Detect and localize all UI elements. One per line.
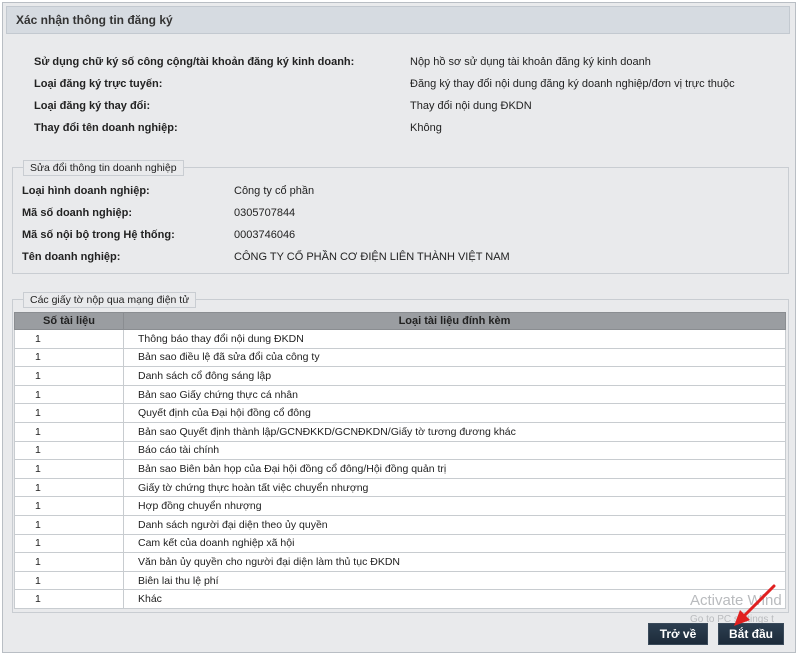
table-row: 1 Quyết định của Đại hội đồng cổ đông [14,403,786,423]
doc-type: Hợp đồng chuyển nhượng [123,496,786,516]
doc-qty: 1 [14,366,124,386]
doc-type: Bản sao điều lệ đã sửa đổi của công ty [123,347,786,368]
doc-qty: 1 [14,533,124,554]
summary-label: Thay đổi tên doanh nghiệp: [34,122,178,134]
table-row: 1 Hợp đồng chuyển nhượng [14,496,786,516]
company-label: Tên doanh nghiệp: [22,251,121,263]
back-button[interactable]: Trở về [648,623,708,645]
table-row: 1 Báo cáo tài chính [14,440,786,461]
summary-label: Sử dụng chữ ký số công cộng/tài khoản đă… [34,56,355,68]
summary-value: Thay đổi nội dung ĐKDN [410,100,532,112]
doc-type: Bản sao Giấy chứng thực cá nhân [123,384,786,405]
column-header-type: Loại tài liệu đính kèm [123,312,786,330]
table-row: 1 Bản sao Giấy chứng thực cá nhân [14,384,786,405]
table-row: 1 Bản sao Quyết định thành lập/GCNĐKKD/GC… [14,421,786,442]
annotation-arrow-icon [734,584,776,626]
doc-qty: 1 [14,347,124,368]
doc-qty: 1 [14,552,124,572]
doc-type: Văn bản ủy quyền cho người đại diện làm … [123,552,786,572]
company-value: 0305707844 [234,207,296,219]
doc-type: Khác [123,589,786,609]
summary-row: Sử dụng chữ ký số công cộng/tài khoản đă… [34,56,774,72]
doc-type: Bản sao Quyết định thành lập/GCNĐKKD/GCN… [123,421,786,442]
doc-qty: 1 [14,440,124,461]
documents-legend: Các giấy tờ nộp qua mạng điện tử [23,292,197,308]
doc-type: Quyết định của Đại hội đồng cổ đông [123,403,786,423]
table-row: 1 Khác [14,589,786,609]
doc-type: Danh sách cổ đông sáng lập [123,366,786,386]
table-header-row: Số tài liệu Loại tài liệu đính kèm [14,312,786,330]
summary-label: Loại đăng ký trực tuyến: [34,78,163,90]
title-bar: Xác nhận thông tin đăng ký [6,6,790,34]
company-row: Mã số nội bộ trong Hệ thống: 0003746046 [22,229,762,245]
doc-type: Báo cáo tài chính [123,440,786,461]
company-value: Công ty cổ phần [234,185,315,197]
table-row: 1 Danh sách người đại diện theo ủy quyền [14,514,786,535]
company-label: Mã số nội bộ trong Hệ thống: [22,229,175,241]
page-title: Xác nhận thông tin đăng ký [16,13,173,27]
summary-value: Đăng ký thay đổi nội dung đăng ký doanh … [410,78,735,90]
column-header-qty: Số tài liệu [14,312,124,330]
table-row: 1 Cam kết của doanh nghiệp xã hội [14,533,786,554]
table-row: 1 Giấy tờ chứng thực hoàn tất việc chuyển… [14,477,786,498]
company-row: Tên doanh nghiệp: CÔNG TY CỔ PHẦN CƠ ĐIỆ… [22,251,762,267]
company-value: 0003746046 [234,229,296,241]
doc-type: Biên lai thu lệ phí [123,570,786,591]
doc-qty: 1 [14,421,124,442]
doc-type: Cam kết của doanh nghiệp xã hội [123,533,786,554]
doc-qty: 1 [14,403,124,423]
summary-value: Nộp hồ sơ sử dụng tài khoản đăng ký kinh… [410,56,651,68]
doc-qty: 1 [14,589,124,609]
company-row: Loại hình doanh nghiệp: Công ty cổ phần [22,185,762,201]
documents-table: Số tài liệu Loại tài liệu đính kèm 1 Thôn… [14,312,786,609]
table-row: 1 Bản sao Biên bản họp của Đại hội đồng c… [14,459,786,479]
doc-qty: 1 [14,459,124,479]
summary-value: Không [410,122,442,134]
doc-type: Thông báo thay đổi nội dung ĐKDN [123,329,786,349]
table-row: 1 Thông báo thay đổi nội dung ĐKDN [14,329,786,349]
doc-qty: 1 [14,514,124,535]
doc-qty: 1 [14,570,124,591]
doc-type: Danh sách người đại diện theo ủy quyền [123,514,786,535]
summary-row: Loại đăng ký trực tuyến: Đăng ký thay đổ… [34,78,774,94]
doc-type: Giấy tờ chứng thực hoàn tất việc chuyển … [123,477,786,498]
company-value: CÔNG TY CỔ PHẦN CƠ ĐIỆN LIÊN THÀNH VIỆT … [234,251,510,263]
table-row: 1 Danh sách cổ đông sáng lập [14,366,786,386]
company-label: Mã số doanh nghiệp: [22,207,132,219]
company-label: Loại hình doanh nghiệp: [22,185,150,197]
table-row: 1 Văn bản ủy quyền cho người đại diện làm… [14,552,786,572]
table-row: 1 Biên lai thu lệ phí [14,570,786,591]
doc-qty: 1 [14,384,124,405]
summary-row: Thay đổi tên doanh nghiệp: Không [34,122,774,138]
doc-qty: 1 [14,477,124,498]
company-info-legend: Sửa đổi thông tin doanh nghiệp [23,160,184,176]
summary-row: Loại đăng ký thay đổi: Thay đổi nội dung… [34,100,774,116]
doc-type: Bản sao Biên bản họp của Đại hội đồng cổ… [123,459,786,479]
table-row: 1 Bản sao điều lệ đã sửa đổi của công ty [14,347,786,368]
summary-label: Loại đăng ký thay đổi: [34,100,151,112]
doc-qty: 1 [14,329,124,349]
doc-qty: 1 [14,496,124,516]
company-row: Mã số doanh nghiệp: 0305707844 [22,207,762,223]
